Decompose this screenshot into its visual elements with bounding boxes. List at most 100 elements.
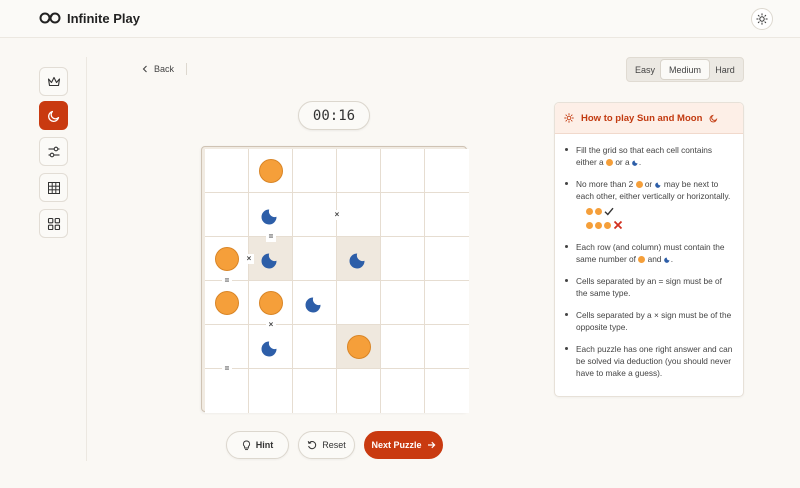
next-puzzle-label: Next Puzzle [371,440,422,450]
rules-list: Fill the grid so that each cell contains… [555,134,743,379]
board-cell[interactable] [249,325,293,369]
sun-icon [638,256,646,263]
board-cell[interactable] [249,369,293,413]
sliders-icon [48,146,59,157]
reset-icon [307,441,317,450]
sidebar-divider [86,57,87,461]
moon-icon [349,253,365,269]
back-separator [186,63,187,75]
puzzle-board: × = × = × = [205,149,469,413]
how-to-play-panel: How to play Sun and Moon Fill the grid s… [554,102,744,397]
board-cell[interactable] [381,369,425,413]
board-cell[interactable] [425,193,469,237]
sun-icon [606,159,613,166]
sidebar-item-apps[interactable] [39,209,68,238]
next-puzzle-button[interactable]: Next Puzzle [364,431,443,459]
moon-icon [261,253,277,269]
sun-icon [586,221,593,229]
back-label: Back [154,64,175,74]
cross-icon [613,220,623,230]
grid-icon [47,181,60,194]
arrow-right-icon [427,441,435,449]
board-cell[interactable] [425,149,469,193]
sun-icon [215,291,239,315]
board-cell[interactable] [425,281,469,325]
reset-button[interactable]: Reset [298,431,355,459]
moon-icon [305,297,321,313]
moon-icon [709,114,718,122]
board-cell[interactable] [337,149,381,193]
opposite-constraint: × [332,210,342,220]
moon-icon [632,160,638,166]
board-cell[interactable] [293,149,337,193]
equal-constraint: = [222,276,232,286]
theme-toggle-button[interactable] [751,8,773,30]
board-cell[interactable] [337,193,381,237]
chevron-left-icon [142,65,147,73]
sun-icon [635,181,643,188]
valid-example [576,205,733,217]
board-cell[interactable] [425,237,469,281]
board-cell[interactable] [249,149,293,193]
rule-item: Each puzzle has one right answer and can… [565,343,733,379]
apps-grid-icon [47,217,60,230]
board-cell[interactable] [337,369,381,413]
sidebar-item-crown[interactable] [39,67,68,96]
equal-constraint: = [266,232,276,242]
sidebar-item-sliders[interactable] [39,137,68,166]
app-title: Infinite Play [67,11,140,26]
sun-icon [586,207,593,215]
board-cell[interactable] [381,193,425,237]
hint-button[interactable]: Hint [226,431,289,459]
board-cell[interactable] [205,149,249,193]
board-cell[interactable] [293,325,337,369]
timer: 00:16 [298,101,370,130]
board-cell[interactable] [381,149,425,193]
back-link[interactable]: Back [142,64,174,74]
board-cell[interactable] [425,325,469,369]
moon-icon [663,257,670,263]
board-cell[interactable] [205,237,249,281]
board-cell[interactable] [205,325,249,369]
moon-icon [654,182,660,188]
difficulty-hard[interactable]: Hard [709,60,741,79]
rule-item: No more than 2 or may be next to each ot… [565,178,733,231]
board-cell[interactable] [381,325,425,369]
difficulty-medium[interactable]: Medium [661,60,709,79]
board-cell[interactable] [249,193,293,237]
board-cell[interactable] [205,281,249,325]
moon-icon [47,110,59,122]
board-cell[interactable] [205,369,249,413]
top-bar: Infinite Play [0,0,800,38]
hint-label: Hint [255,440,274,450]
board-cell[interactable] [293,369,337,413]
opposite-constraint: × [266,320,276,330]
sun-icon [595,221,602,229]
opposite-constraint: × [244,254,254,264]
difficulty-selector: Easy Medium Hard [626,57,744,82]
board-cell[interactable] [205,193,249,237]
board-cell [337,237,381,281]
board-cell[interactable] [293,237,337,281]
moon-icon [261,209,277,225]
board-cell[interactable] [249,281,293,325]
sidebar-item-sun-moon[interactable] [39,101,68,130]
sidebar-item-grid[interactable] [39,173,68,202]
board-cell[interactable] [337,281,381,325]
rule-item: Cells separated by a × sign must be of t… [565,309,733,333]
sun-icon [259,291,283,315]
difficulty-easy[interactable]: Easy [629,60,661,79]
board-cell[interactable] [293,193,337,237]
lightbulb-icon [242,440,250,450]
how-to-play-header: How to play Sun and Moon [555,103,743,134]
board-cell[interactable] [381,237,425,281]
board-cell[interactable] [293,281,337,325]
moon-icon [261,341,277,357]
reset-label: Reset [322,440,346,450]
sun-icon [595,207,602,215]
board-cell[interactable] [381,281,425,325]
rule-item: Cells separated by an = sign must be of … [565,275,733,299]
equal-constraint: = [222,364,232,374]
board-cell[interactable] [425,369,469,413]
how-to-play-title: How to play Sun and Moon [581,112,703,124]
